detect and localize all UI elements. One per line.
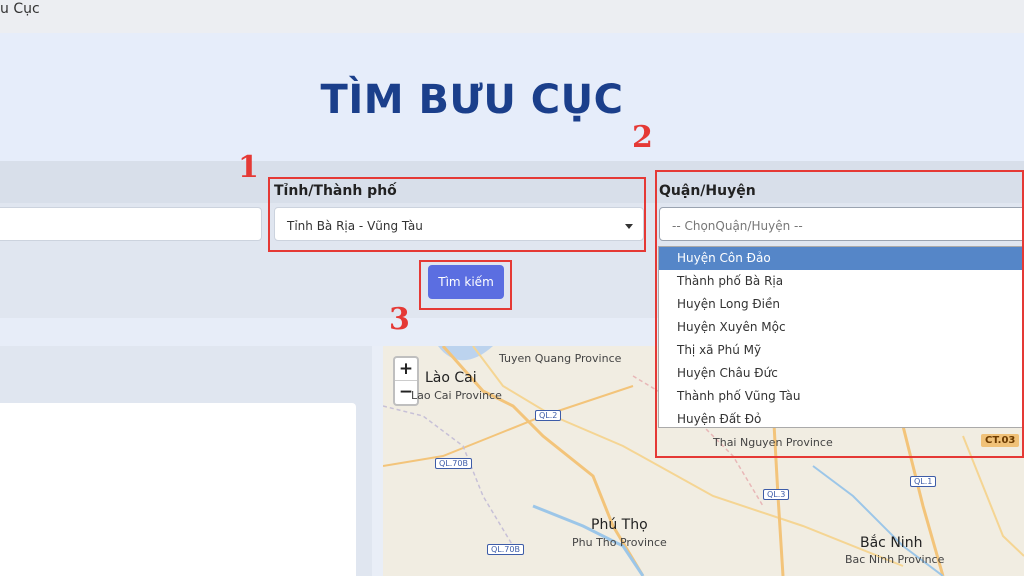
annotation-box-1 [268,177,646,252]
map-label-phu-tho-province: Phu Tho Province [572,536,667,549]
map-label-lao-cai-province: Lao Cai Province [411,389,502,402]
zoom-in-button[interactable]: + [395,358,417,381]
map-label-phu-tho-city: Phú Thọ [591,517,648,533]
top-bar: u Cục [0,0,1024,33]
annotation-number-2: 2 [632,120,653,155]
map-label-lao-cai-city: Lào Cai [425,370,477,386]
page-title: TÌM BƯU CỤC [320,77,624,123]
map-label-bac-ninh-province: Bac Ninh Province [845,553,945,566]
hero-banner: TÌM BƯU CỤC [0,33,1024,161]
road-shield: QL.70B [487,544,524,555]
map-label-bac-ninh-city: Bắc Ninh [860,535,923,551]
top-bar-title: u Cục [0,1,40,17]
annotation-box-2 [655,170,1024,458]
results-list [0,403,356,576]
road-shield: QL.1 [910,476,937,487]
map-label-tuyen-quang: Tuyen Quang Province [499,352,622,365]
road-shield: QL.2 [535,410,562,421]
results-panel [0,346,372,576]
keyword-input[interactable] [0,207,262,241]
road-shield: QL.70B [435,458,472,469]
annotation-number-3: 3 [389,302,410,337]
annotation-box-3 [419,260,512,310]
annotation-number-1: 1 [238,150,259,185]
road-shield: QL.3 [763,489,790,500]
